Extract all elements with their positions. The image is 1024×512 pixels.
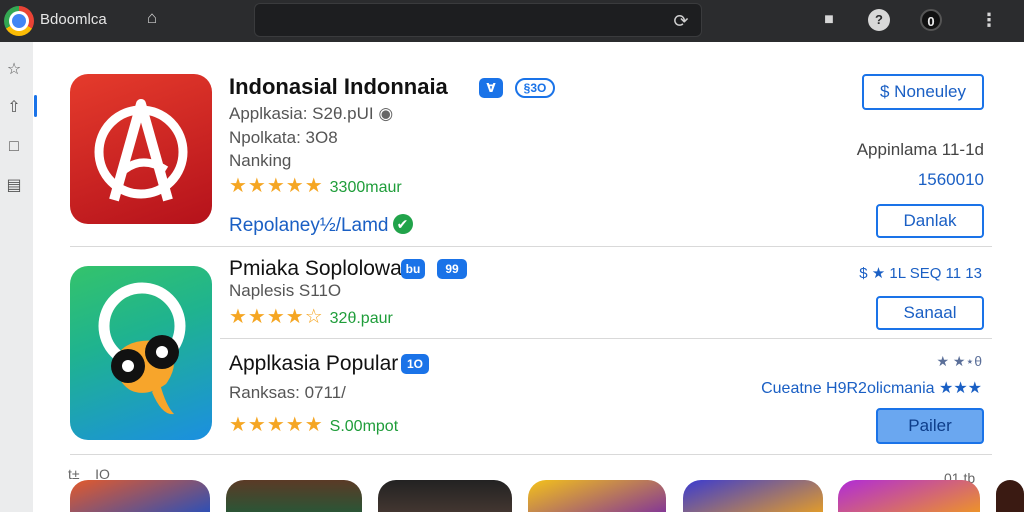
chat-icon[interactable]: ▤ [4, 176, 24, 196]
app-thumbnail[interactable] [528, 480, 666, 512]
app-mascot-icon [98, 282, 186, 415]
reload-icon[interactable]: ⟳ [671, 11, 691, 31]
install-button[interactable]: Sanaal [876, 296, 984, 330]
app-meta-line: Naplesis S11O [229, 281, 342, 300]
app-title[interactable]: Applkasia Popular [229, 352, 398, 376]
sidebar-active-indicator [34, 95, 37, 117]
app-badge-outline: §3O [515, 78, 555, 98]
download-count: S.00mpot [329, 418, 399, 435]
sidebar: ☆ ⇧ □ ▤ [0, 42, 33, 512]
row-divider [70, 246, 992, 247]
app-thumbnail[interactable] [226, 480, 362, 512]
star-rating-icon: ★★★★★ [229, 175, 324, 197]
app-update-info: Appinlama 11-1d [856, 140, 984, 159]
wishlist-button[interactable]: $ Noneuley [862, 74, 984, 110]
app-rating: ★★★★☆ 32θ.paur [229, 304, 393, 329]
app-meta-line: Applkasia: S2θ.pUI ◉ [229, 104, 394, 123]
star-rating-icon: ★★★★☆ [229, 306, 324, 328]
verified-check-icon: ✔ [392, 214, 413, 234]
download-count: 3300maur [329, 179, 402, 196]
download-count: 32θ.paur [329, 310, 393, 327]
app-thumbnail[interactable] [838, 480, 980, 512]
app-thumbnail[interactable] [996, 480, 1024, 512]
browser-logo-icon[interactable] [4, 6, 34, 36]
extension-icon[interactable]: ■ [818, 9, 840, 31]
app-update-info: $ ★ 1L SEQ 11 13 [859, 265, 982, 282]
app-size: 1560010 [917, 170, 984, 189]
app-meta-line: Npolkata: 3O8 [229, 128, 338, 147]
address-bar[interactable]: ⟳ [254, 3, 702, 37]
app-logo-icon [94, 99, 188, 202]
account-icon[interactable]: 0 [920, 9, 942, 31]
home-icon[interactable]: ⌂ [142, 8, 162, 28]
row-divider [70, 454, 992, 455]
app-icon[interactable] [70, 74, 212, 224]
thumbs-up-icon[interactable]: ⇧ [4, 98, 24, 118]
app-meta-line: Nanking [229, 151, 292, 170]
clipboard-icon[interactable]: □ [4, 137, 24, 157]
help-icon[interactable]: ? [868, 9, 890, 31]
app-rating: ★★★★★ 3300maur [229, 173, 402, 198]
app-thumbnail[interactable] [683, 480, 823, 512]
app-badge: Ɐ [479, 78, 503, 98]
browser-toolbar: Bdoomlca ⌂ ⟳ ■ ? 0 ⋮ [0, 0, 1024, 42]
app-badge: bu [401, 259, 425, 279]
app-rating-summary: ★ ★⋆θ [936, 353, 982, 369]
app-meta-line: Ranksas: 0711/ [229, 383, 346, 402]
developer-link[interactable]: Repolaney½/Lamd ✔ [229, 214, 413, 237]
app-badge: 1O [401, 354, 429, 374]
row-divider [220, 338, 992, 339]
circle-icon: ◉ [378, 104, 394, 123]
download-button[interactable]: Danlak [876, 204, 984, 238]
play-button[interactable]: Pailer [876, 408, 984, 444]
kebab-menu-icon[interactable]: ⋮ [980, 9, 998, 31]
app-rating: ★★★★★ S.00mpot [229, 412, 398, 437]
star-icon[interactable]: ☆ [4, 60, 24, 80]
app-title[interactable]: Pmiaka Soplolowar [229, 257, 409, 281]
app-badge: 99 [437, 259, 467, 279]
app-thumbnail[interactable] [70, 480, 210, 512]
app-category: Cueatne H9R2olicmania ★★★ [761, 380, 982, 397]
app-thumbnail[interactable] [378, 480, 512, 512]
browser-title: Bdoomlca [40, 11, 107, 28]
app-icon[interactable] [70, 266, 212, 440]
star-rating-icon: ★★★★★ [229, 414, 324, 436]
app-title[interactable]: Indonasial Indonnaia [229, 74, 448, 100]
